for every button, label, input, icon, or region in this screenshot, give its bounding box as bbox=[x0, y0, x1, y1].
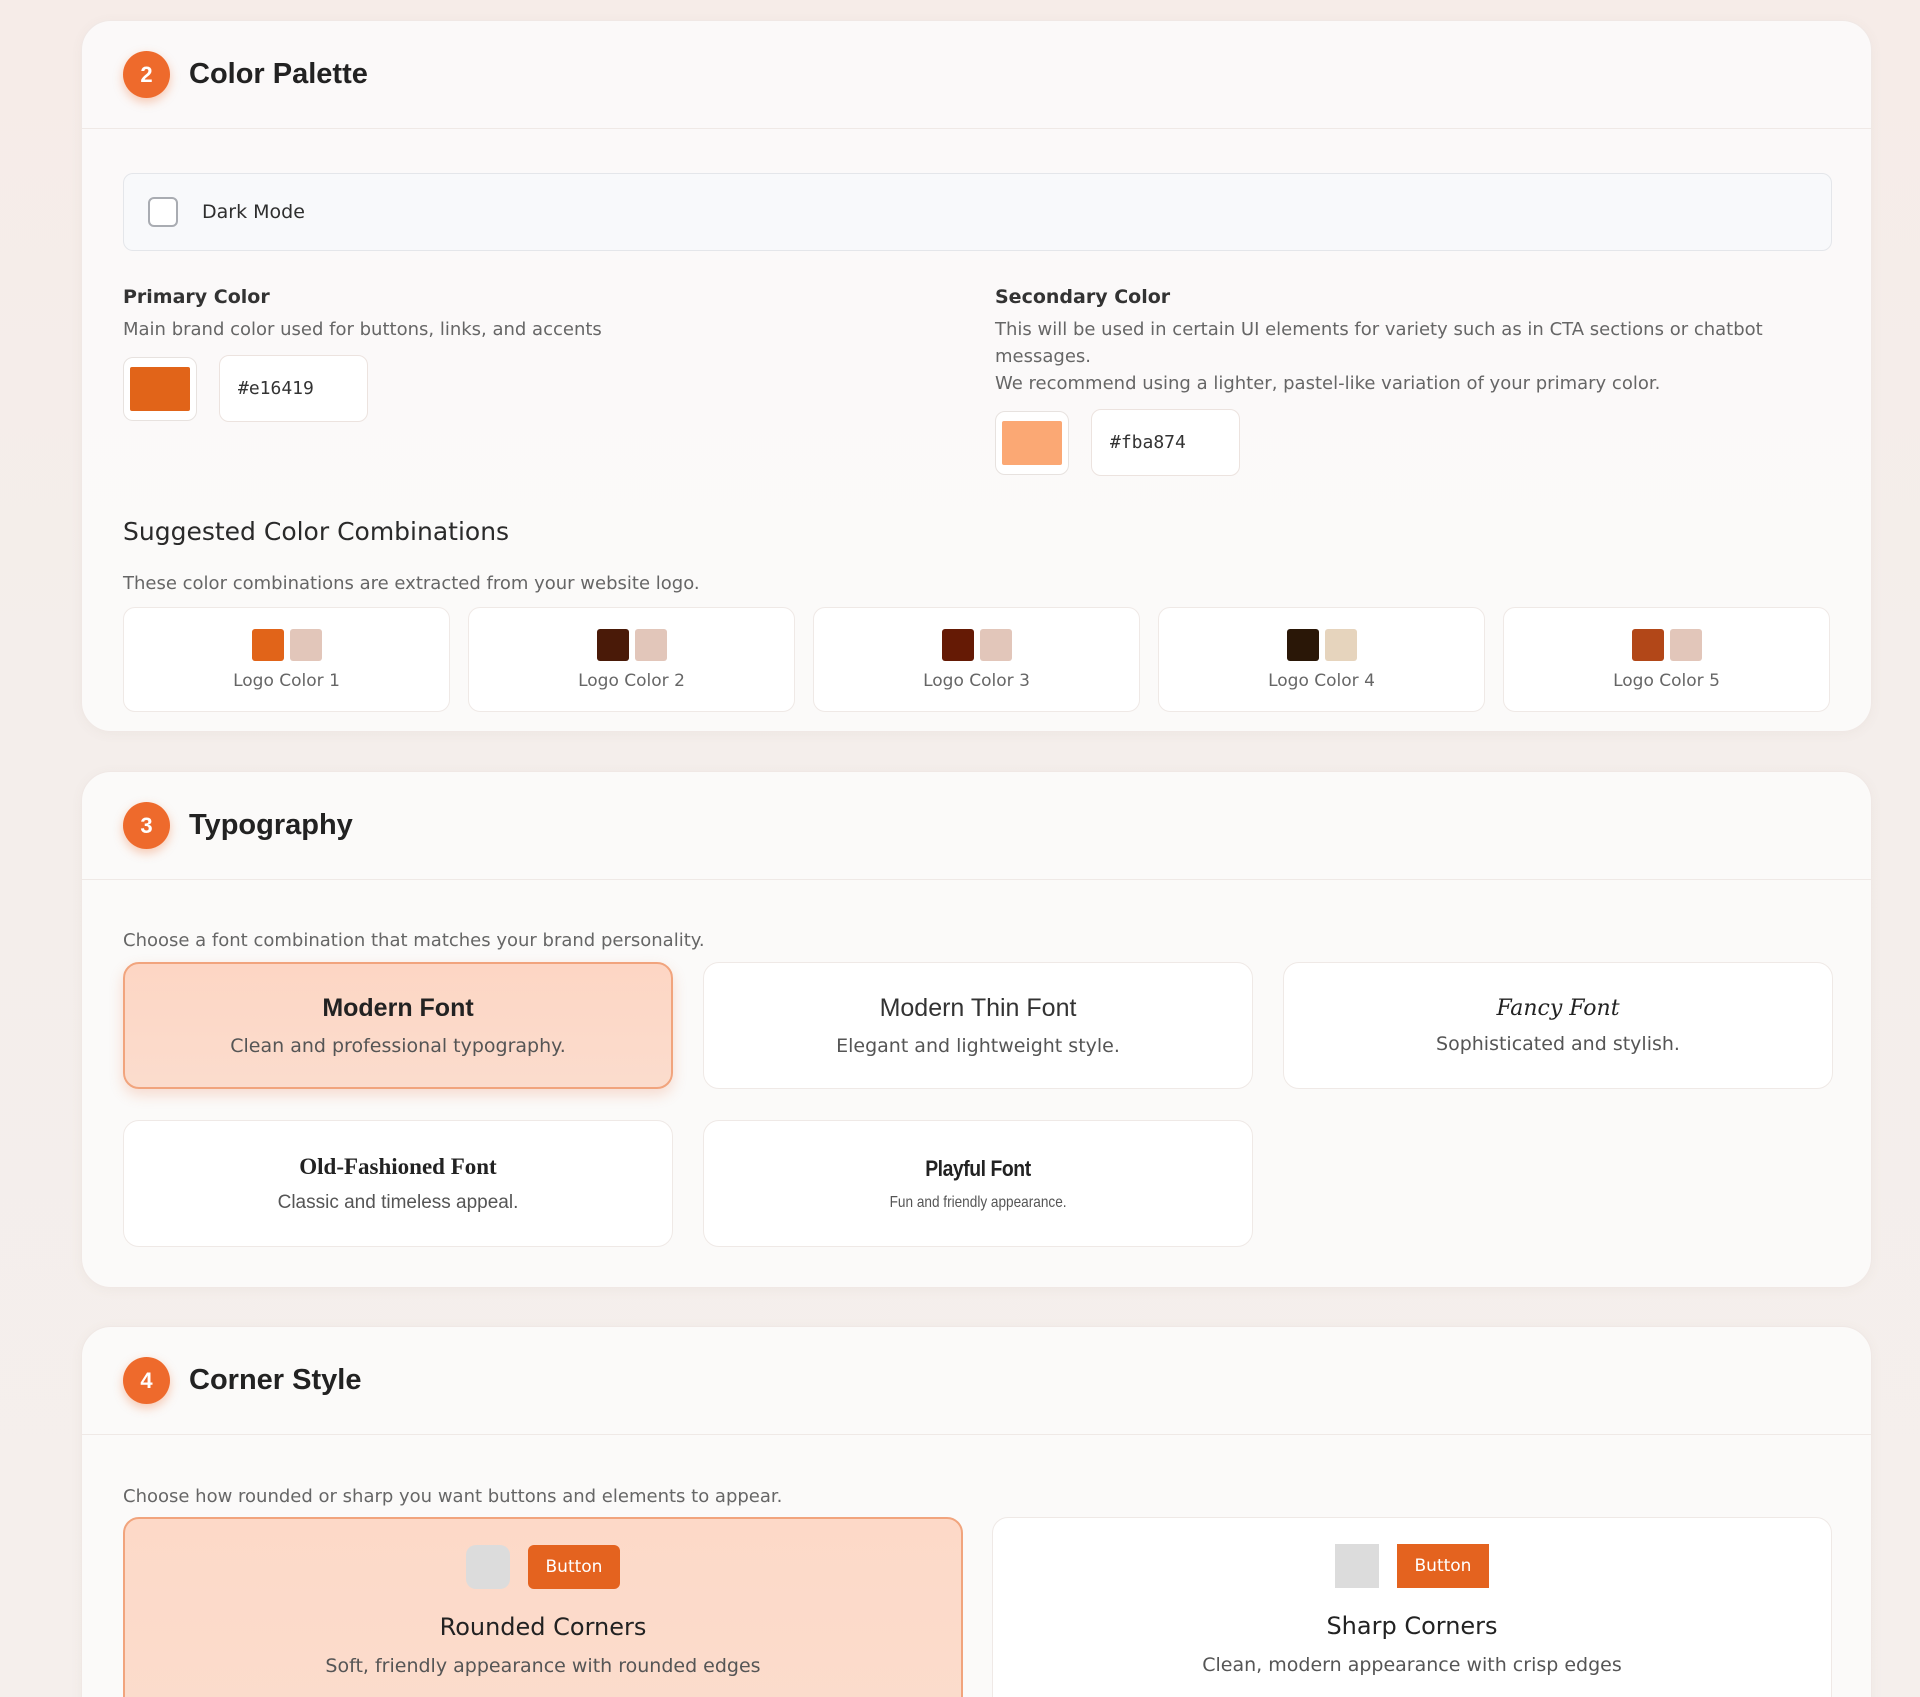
font-option-name: Modern Thin Font bbox=[879, 994, 1077, 1022]
suggested-combinations-description: These color combinations are extracted f… bbox=[123, 573, 700, 594]
color-palette-header: 2 Color Palette bbox=[82, 21, 1871, 129]
typography-header: 3 Typography bbox=[82, 772, 1871, 880]
step-badge: 2 bbox=[123, 51, 170, 98]
combo-3-secondary-swatch bbox=[979, 628, 1012, 661]
corner-option-name: Sharp Corners bbox=[1326, 1612, 1498, 1640]
combo-3-label: Logo Color 3 bbox=[923, 670, 1030, 691]
section-title: Corner Style bbox=[189, 1364, 362, 1396]
combo-card-1[interactable]: Logo Color 1 bbox=[123, 607, 450, 712]
combo-card-5[interactable]: Logo Color 5 bbox=[1503, 607, 1830, 712]
combo-1-secondary-swatch bbox=[289, 628, 322, 661]
secondary-color-description-line1: This will be used in certain UI elements… bbox=[995, 319, 1763, 367]
font-option-description: Elegant and lightweight style. bbox=[836, 1035, 1120, 1057]
step-badge: 3 bbox=[123, 802, 170, 849]
combo-1-label: Logo Color 1 bbox=[233, 670, 340, 691]
font-option-name: Fancy Font bbox=[1496, 996, 1620, 1021]
primary-color-description: Main brand color used for buttons, links… bbox=[123, 319, 602, 340]
corner-preview: Button bbox=[1334, 1544, 1490, 1588]
secondary-color-hex-input[interactable]: #fba874 bbox=[1091, 409, 1240, 476]
font-option-name: Old-Fashioned Font bbox=[299, 1153, 497, 1179]
secondary-color-group: Secondary Color This will be used in cer… bbox=[995, 286, 1835, 476]
preview-button: Button bbox=[527, 1545, 621, 1589]
primary-color-group: Primary Color Main brand color used for … bbox=[123, 286, 923, 422]
secondary-color-swatch bbox=[1002, 420, 1062, 465]
step-badge: 4 bbox=[123, 1357, 170, 1404]
dark-mode-label: Dark Mode bbox=[202, 201, 305, 223]
combo-5-secondary-swatch bbox=[1669, 628, 1702, 661]
combo-card-4[interactable]: Logo Color 4 bbox=[1158, 607, 1485, 712]
preview-square bbox=[465, 1545, 510, 1589]
combo-4-label: Logo Color 4 bbox=[1268, 670, 1375, 691]
font-option-name: Modern Font bbox=[322, 994, 474, 1022]
combo-card-2[interactable]: Logo Color 2 bbox=[468, 607, 795, 712]
font-option-modern[interactable]: Modern Font Clean and professional typog… bbox=[123, 962, 673, 1089]
suggested-combinations-title: Suggested Color Combinations bbox=[123, 517, 510, 546]
font-option-playful[interactable]: Playful Font Fun and friendly appearance… bbox=[703, 1120, 1253, 1247]
dark-mode-checkbox[interactable] bbox=[148, 197, 178, 227]
section-title: Color Palette bbox=[189, 58, 368, 90]
combo-2-primary-swatch bbox=[596, 628, 629, 661]
combo-4-primary-swatch bbox=[1286, 628, 1319, 661]
section-title: Typography bbox=[189, 809, 353, 841]
secondary-color-label: Secondary Color bbox=[995, 286, 1171, 308]
font-option-name: Playful Font bbox=[925, 1155, 1031, 1181]
combo-5-label: Logo Color 5 bbox=[1613, 670, 1720, 691]
combo-4-secondary-swatch bbox=[1324, 628, 1357, 661]
primary-color-hex-input[interactable]: #e16419 bbox=[219, 355, 368, 422]
corner-option-description: Soft, friendly appearance with rounded e… bbox=[325, 1655, 761, 1677]
combo-2-secondary-swatch bbox=[634, 628, 667, 661]
font-option-description: Classic and timeless appeal. bbox=[277, 1191, 519, 1213]
secondary-color-picker[interactable] bbox=[995, 410, 1069, 475]
corner-preview: Button bbox=[465, 1545, 621, 1589]
primary-color-swatch bbox=[130, 366, 190, 411]
font-option-description: Sophisticated and stylish. bbox=[1436, 1033, 1680, 1055]
corner-option-name: Rounded Corners bbox=[439, 1613, 647, 1641]
corner-style-card: 4 Corner Style Choose how rounded or sha… bbox=[81, 1326, 1872, 1697]
font-option-fancy[interactable]: Fancy Font Sophisticated and stylish. bbox=[1283, 962, 1833, 1089]
font-option-old-fashioned[interactable]: Old-Fashioned Font Classic and timeless … bbox=[123, 1120, 673, 1247]
corner-option-rounded[interactable]: Button Rounded Corners Soft, friendly ap… bbox=[123, 1517, 963, 1697]
typography-card: 3 Typography Choose a font combination t… bbox=[81, 771, 1872, 1288]
combo-1-primary-swatch bbox=[251, 628, 284, 661]
combo-3-primary-swatch bbox=[941, 628, 974, 661]
combo-2-label: Logo Color 2 bbox=[578, 670, 685, 691]
preview-square bbox=[1334, 1544, 1379, 1588]
preview-button: Button bbox=[1396, 1544, 1490, 1588]
typography-description: Choose a font combination that matches y… bbox=[123, 930, 705, 951]
combo-5-primary-swatch bbox=[1631, 628, 1664, 661]
corner-option-description: Clean, modern appearance with crisp edge… bbox=[1202, 1654, 1622, 1676]
font-option-modern-thin[interactable]: Modern Thin Font Elegant and lightweight… bbox=[703, 962, 1253, 1089]
font-option-description: Fun and friendly appearance. bbox=[889, 1193, 1067, 1211]
secondary-color-description-line2: We recommend using a lighter, pastel-lik… bbox=[995, 373, 1661, 394]
primary-color-picker[interactable] bbox=[123, 356, 197, 421]
dark-mode-toggle[interactable]: Dark Mode bbox=[123, 173, 1832, 251]
corner-style-header: 4 Corner Style bbox=[82, 1327, 1871, 1435]
primary-color-label: Primary Color bbox=[123, 286, 270, 308]
brand-settings-page: 2 Color Palette Dark Mode Primary Color … bbox=[0, 0, 1920, 1697]
combo-list: Logo Color 1 Logo Color 2 Logo Color 3 L… bbox=[123, 607, 1832, 712]
color-palette-card: 2 Color Palette Dark Mode Primary Color … bbox=[81, 20, 1872, 732]
font-option-description: Clean and professional typography. bbox=[230, 1035, 566, 1057]
combo-card-3[interactable]: Logo Color 3 bbox=[813, 607, 1140, 712]
corner-style-description: Choose how rounded or sharp you want but… bbox=[123, 1486, 783, 1507]
corner-option-sharp[interactable]: Button Sharp Corners Clean, modern appea… bbox=[992, 1517, 1832, 1697]
